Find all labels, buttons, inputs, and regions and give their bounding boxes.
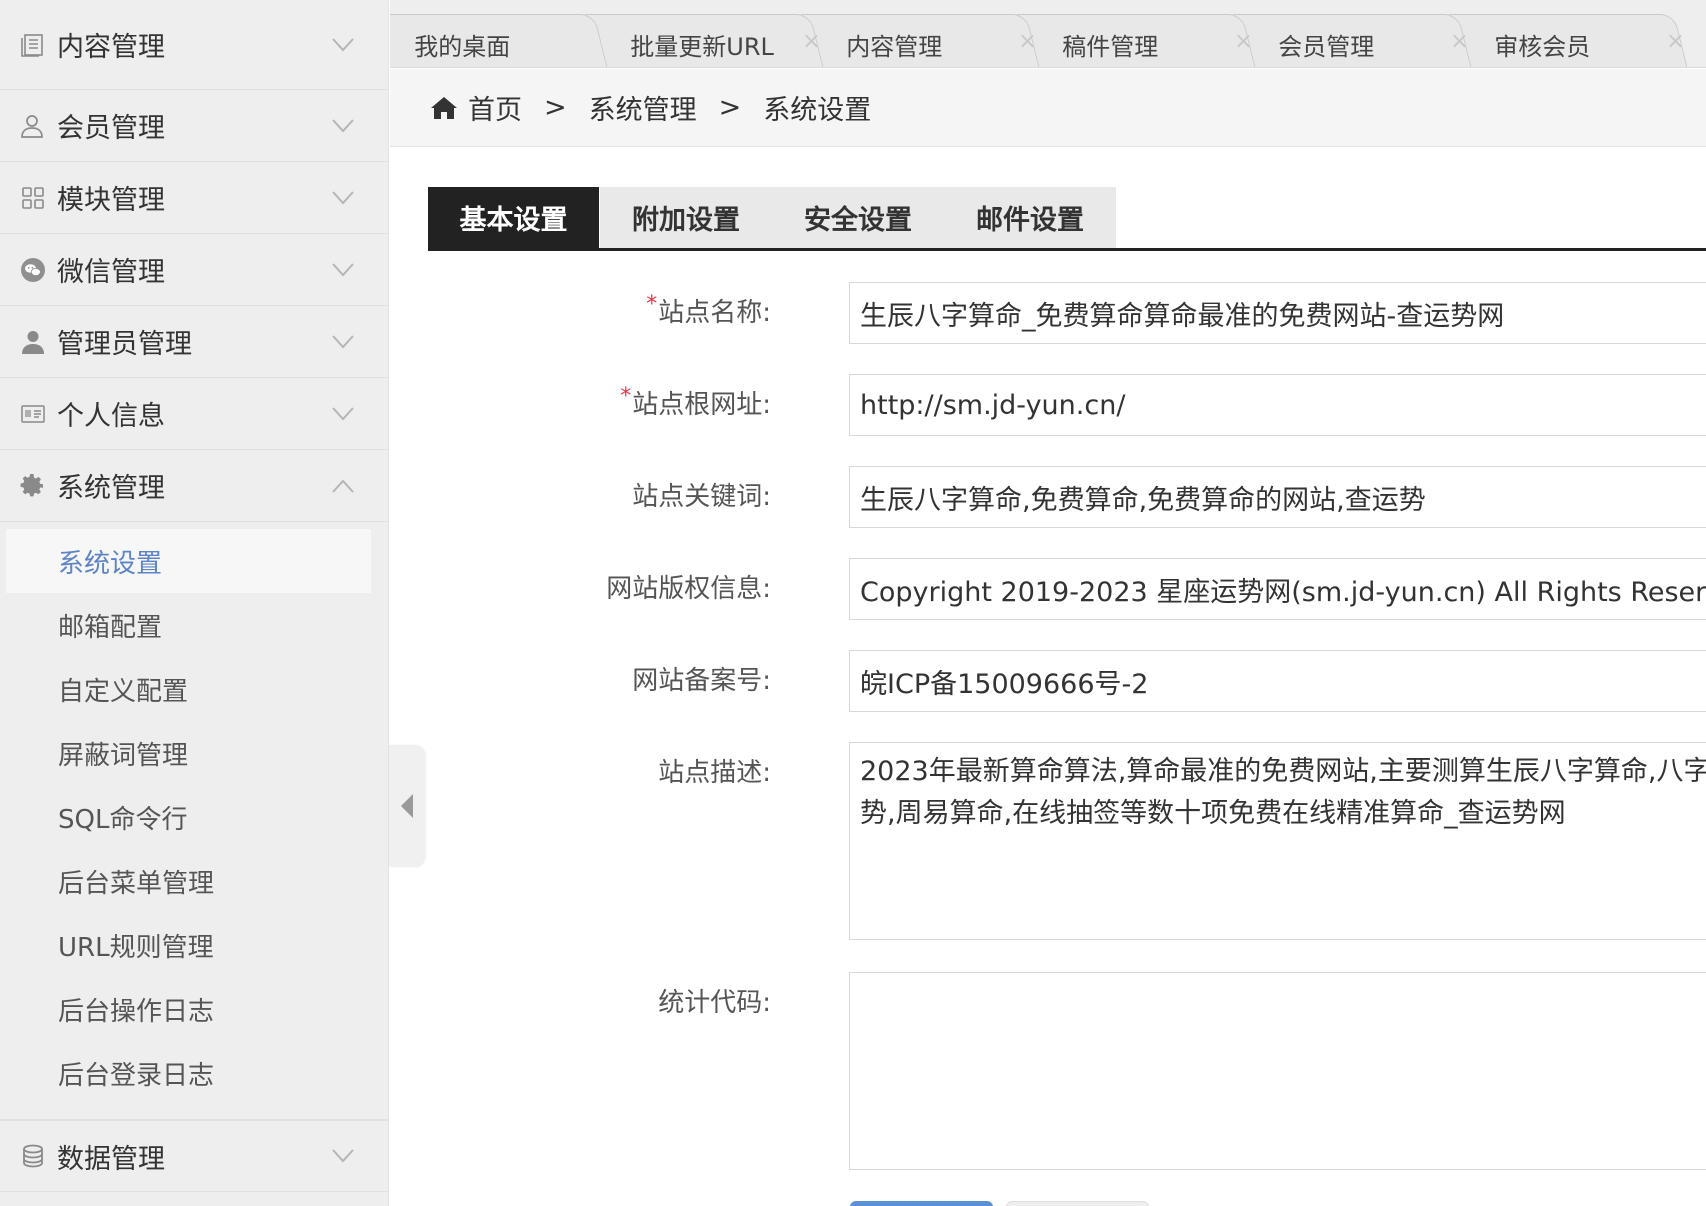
chevron-down-icon [332, 118, 354, 133]
app-root: 内容管理 会员管理 模块管理 微信管理 管理员管理 个人信息 系统管理 系统设置 邮箱配置自… [0, 0, 1706, 1206]
settings-tab-1[interactable]: 基本设置 [428, 187, 599, 248]
sidebar-group-5[interactable]: 管理员管理 [0, 306, 388, 378]
settings-tab-4[interactable]: 邮件设置 [944, 187, 1116, 248]
sidebar-group-label: 数据管理 [57, 1143, 165, 1175]
stats-code-textarea[interactable] [849, 972, 1706, 1170]
site-name-input[interactable] [849, 282, 1706, 344]
top-tab-2[interactable]: 批量更新URL × [574, 14, 824, 67]
breadcrumb-system-management[interactable]: 系统管理 [589, 88, 697, 127]
breadcrumb-separator: > [718, 92, 742, 123]
copyright-label: 网站版权信息: [606, 574, 771, 604]
sidebar-group-label: 会员管理 [57, 113, 165, 144]
sidebar-group-label: 管理员管理 [57, 329, 192, 360]
sidebar-subitem-2[interactable]: 邮箱配置 [0, 593, 388, 657]
sidebar-group-label: 系统管理 [57, 473, 165, 504]
id-card-icon [20, 401, 46, 427]
icp-label: 网站备案号: [632, 666, 771, 696]
top-tab-label: 我的桌面 [414, 33, 511, 61]
sidebar-groups-top: 内容管理会员管理模块管理微信管理管理员管理个人信息 [0, 0, 388, 450]
reset-button[interactable] [1006, 1201, 1149, 1206]
submit-button[interactable] [850, 1201, 993, 1206]
sidebar-subitem-3[interactable]: 自定义配置 [0, 657, 388, 721]
top-tab-1[interactable]: 我的桌面 [390, 14, 608, 67]
site-keywords-input[interactable] [849, 466, 1706, 528]
chevron-down-icon [332, 1149, 354, 1163]
chevron-down-icon [332, 190, 354, 205]
copyright-input[interactable] [849, 558, 1706, 620]
gear-icon [20, 473, 46, 499]
description-textarea[interactable]: 2023年最新算命算法,算命最准的免费网站,主要测算生辰八字算命,八字运势,周易… [849, 742, 1706, 940]
tab-bar: 我的桌面 批量更新URL × 内容管理 × 稿件管理 × 会员管理 × 审核会员 × [390, 0, 1706, 68]
sidebar-group-4[interactable]: 微信管理 [0, 234, 388, 306]
top-tab-6[interactable]: 审核会员 × [1438, 14, 1688, 67]
site-name-label: *站点名称: [646, 292, 771, 328]
sidebar-group-system[interactable]: 系统管理 [0, 450, 388, 522]
settings-tab-2[interactable]: 附加设置 [600, 187, 772, 248]
site-url-input[interactable] [849, 374, 1706, 436]
breadcrumb-home[interactable]: 首页 [468, 88, 522, 127]
sidebar-group-label: 微信管理 [57, 257, 165, 288]
sidebar-group-data[interactable]: 数据管理 [0, 1120, 388, 1192]
wechat-icon [20, 257, 46, 283]
top-tab-3[interactable]: 内容管理 × [790, 14, 1040, 67]
close-icon[interactable]: × [1234, 29, 1252, 54]
chevron-up-icon [332, 479, 354, 493]
close-icon[interactable]: × [1450, 29, 1468, 54]
sidebar-subitem-7[interactable]: URL规则管理 [0, 913, 388, 977]
icp-input[interactable] [849, 650, 1706, 712]
grid-icon [20, 185, 46, 211]
document-list-icon [20, 32, 46, 58]
site-url-label: *站点根网址: [620, 384, 771, 420]
chevron-down-icon [332, 37, 354, 52]
top-tab-label: 会员管理 [1278, 33, 1375, 61]
close-icon[interactable]: × [1666, 29, 1684, 54]
home-icon [430, 95, 458, 121]
breadcrumb-separator: > [544, 92, 567, 123]
top-tab-label: 内容管理 [846, 33, 943, 61]
top-tab-label: 稿件管理 [1062, 33, 1159, 61]
sidebar-subitem-9[interactable]: 后台登录日志 [0, 1041, 388, 1105]
sidebar-subitem-8[interactable]: 后台操作日志 [0, 977, 388, 1041]
database-icon [20, 1143, 46, 1169]
site-keywords-label: 站点关键词: [632, 482, 771, 512]
chevron-down-icon [332, 406, 354, 421]
admin-user-icon [20, 329, 46, 355]
settings-tabs: 基本设置 附加设置 安全设置 邮件设置 [428, 187, 1706, 251]
sidebar: 内容管理会员管理模块管理微信管理管理员管理个人信息 系统管理 系统设置 邮箱配置自… [0, 0, 389, 1206]
caret-left-icon [401, 794, 413, 818]
settings-tab-3[interactable]: 安全设置 [772, 187, 944, 248]
sidebar-subitem-4[interactable]: 屏蔽词管理 [0, 721, 388, 785]
stats-code-label: 统计代码: [658, 988, 771, 1018]
top-tab-5[interactable]: 会员管理 × [1222, 14, 1472, 67]
sidebar-subitem-6[interactable]: 后台菜单管理 [0, 849, 388, 913]
sidebar-collapse-handle[interactable] [389, 745, 425, 867]
top-tab-label: 批量更新URL [630, 33, 774, 61]
sidebar-group-label: 内容管理 [57, 32, 165, 63]
top-tab-label: 审核会员 [1494, 33, 1591, 61]
sidebar-group-6[interactable]: 个人信息 [0, 378, 388, 450]
sidebar-subitem-1[interactable]: 系统设置 [6, 529, 371, 593]
close-icon[interactable]: × [802, 29, 820, 54]
sidebar-submenu-system: 系统设置 邮箱配置 自定义配置 屏蔽词管理 SQL命令行 后台菜单管理 URL规则管理 后台操… [0, 522, 388, 1120]
sidebar-group-label: 个人信息 [57, 401, 165, 432]
chevron-down-icon [332, 262, 354, 277]
user-outline-icon [20, 113, 46, 139]
breadcrumb: 首页 > 系统管理 > 系统设置 [390, 69, 1706, 147]
sidebar-group-1[interactable]: 内容管理 [0, 0, 388, 90]
breadcrumb-system-settings: 系统设置 [763, 95, 872, 126]
sidebar-group-label: 模块管理 [57, 185, 165, 216]
sidebar-group-3[interactable]: 模块管理 [0, 162, 388, 234]
chevron-down-icon [332, 334, 354, 349]
sidebar-group-2[interactable]: 会员管理 [0, 90, 388, 162]
top-tab-4[interactable]: 稿件管理 × [1006, 14, 1256, 67]
description-label: 站点描述: [658, 758, 771, 788]
sidebar-subitem-5[interactable]: SQL命令行 [0, 785, 388, 849]
close-icon[interactable]: × [1018, 29, 1036, 54]
